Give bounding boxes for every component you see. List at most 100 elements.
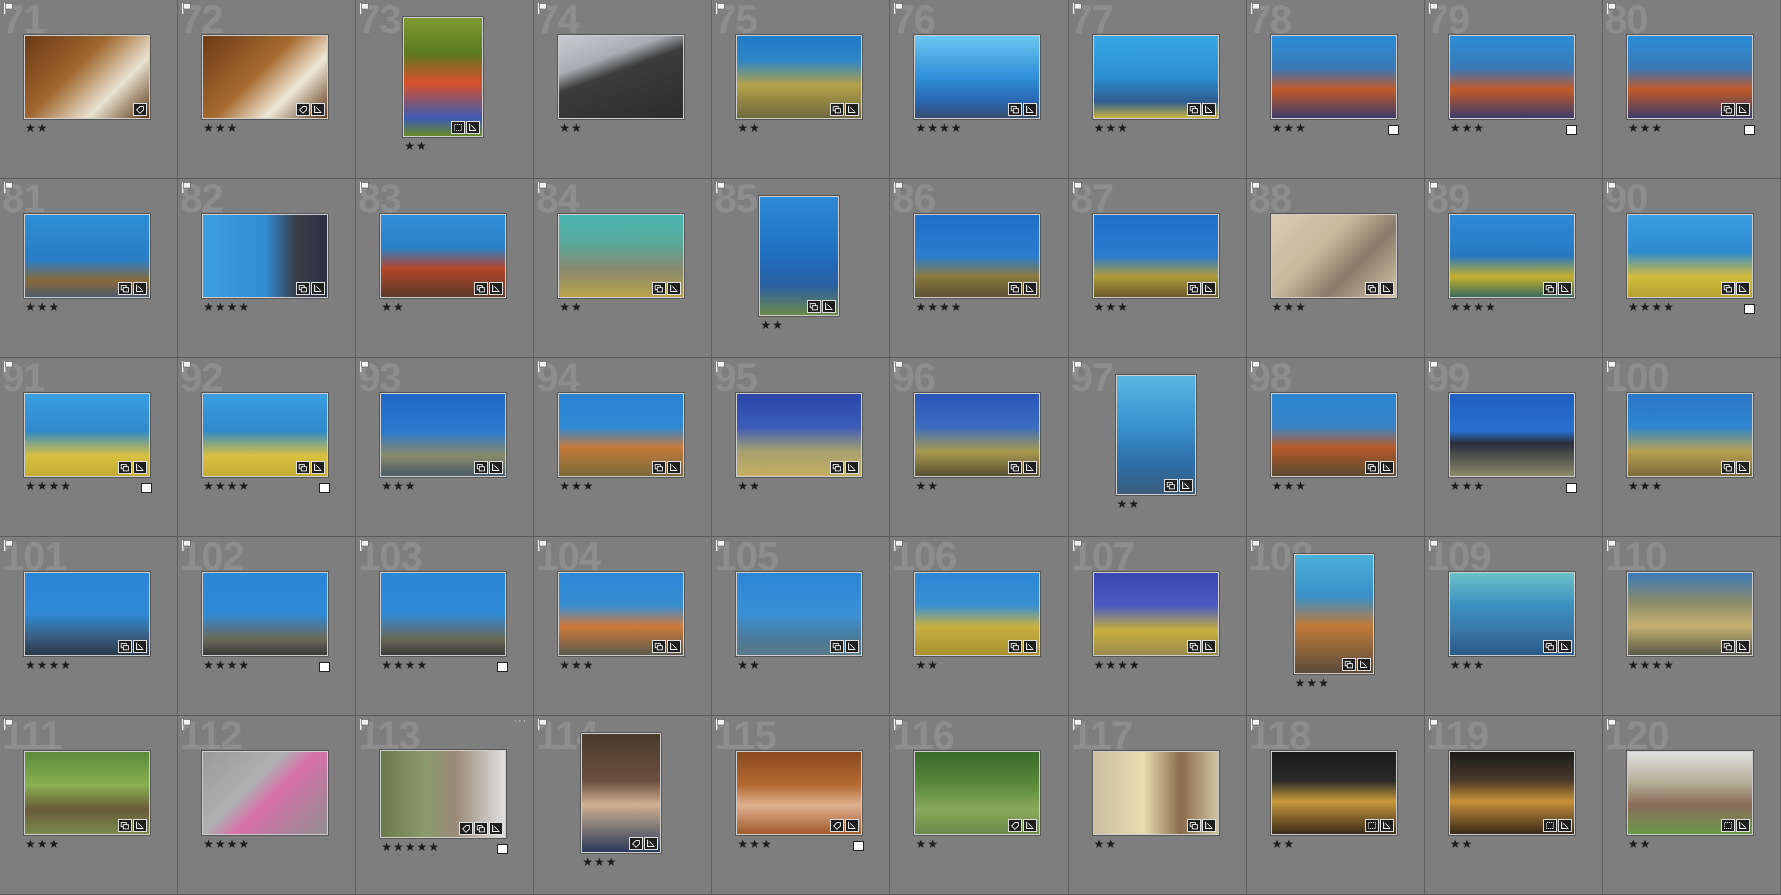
flag-icon[interactable]: [360, 361, 369, 372]
grid-cell[interactable]: 102 ★★★★: [178, 537, 357, 716]
photo-thumbnail[interactable]: [1092, 751, 1219, 835]
photo-thumbnail[interactable]: [1092, 214, 1219, 298]
flag-icon[interactable]: [1428, 3, 1438, 14]
grid-cell[interactable]: 111 ★★★: [0, 716, 179, 895]
flag-icon[interactable]: [360, 719, 369, 730]
photo-thumbnail[interactable]: [1626, 214, 1753, 298]
grid-cell[interactable]: 113 ··· ★★★★★: [356, 716, 535, 895]
photo-thumbnail[interactable]: [1270, 214, 1397, 298]
grid-cell[interactable]: 87 ★★★: [1068, 179, 1247, 358]
flag-icon[interactable]: [894, 719, 904, 730]
photo-thumbnail[interactable]: [914, 572, 1041, 656]
star-rating[interactable]: ★★★★: [1628, 658, 1675, 672]
star-rating[interactable]: ★★★: [559, 479, 594, 493]
photo-thumbnail[interactable]: [581, 733, 662, 853]
grid-cell[interactable]: 89 ★★★★: [1424, 179, 1603, 358]
photo-thumbnail[interactable]: [202, 393, 329, 477]
flag-icon[interactable]: [1072, 540, 1082, 551]
photo-thumbnail[interactable]: [736, 751, 863, 835]
star-rating[interactable]: ★★: [1628, 837, 1652, 851]
photo-thumbnail[interactable]: [1448, 393, 1575, 477]
star-rating[interactable]: ★★: [915, 658, 939, 672]
star-rating[interactable]: ★★: [737, 658, 761, 672]
checkbox-icon[interactable]: [1743, 304, 1755, 314]
grid-cell[interactable]: 106 ★★: [890, 537, 1069, 716]
photo-thumbnail[interactable]: [202, 35, 329, 119]
star-rating[interactable]: ★★★: [559, 658, 594, 672]
grid-cell[interactable]: 78 ★★★: [1246, 0, 1425, 179]
grid-cell[interactable]: 90 ★★★★: [1602, 179, 1781, 358]
flag-icon[interactable]: [538, 361, 548, 372]
star-rating[interactable]: ★★★: [582, 855, 617, 869]
photo-thumbnail[interactable]: [380, 572, 507, 656]
flag-icon[interactable]: [1606, 182, 1616, 193]
star-rating[interactable]: ★★★: [25, 837, 60, 851]
grid-cell[interactable]: 86 ★★★★: [890, 179, 1069, 358]
grid-cell[interactable]: 99 ★★★: [1424, 358, 1603, 537]
grid-cell[interactable]: 97 ★★: [1068, 358, 1247, 537]
flag-icon[interactable]: [360, 182, 369, 193]
flag-icon[interactable]: [1072, 182, 1082, 193]
grid-cell[interactable]: 77 ★★★: [1068, 0, 1247, 179]
grid-cell[interactable]: 72 ★★★: [178, 0, 357, 179]
checkbox-icon[interactable]: [497, 662, 509, 672]
flag-icon[interactable]: [4, 361, 13, 372]
photo-thumbnail[interactable]: [24, 572, 150, 656]
star-rating[interactable]: ★★★: [1628, 121, 1663, 135]
grid-cell[interactable]: 115 ★★★: [712, 716, 891, 895]
grid-cell[interactable]: 108 ★★★: [1246, 537, 1425, 716]
star-rating[interactable]: ★★: [915, 479, 939, 493]
star-rating[interactable]: ★★★★: [915, 300, 962, 314]
flag-icon[interactable]: [716, 182, 726, 193]
flag-icon[interactable]: [182, 3, 191, 14]
star-rating[interactable]: ★★★★: [915, 121, 962, 135]
grid-cell[interactable]: 85 ★★: [712, 179, 891, 358]
grid-cell[interactable]: 120 ★★: [1602, 716, 1781, 895]
flag-icon[interactable]: [538, 540, 548, 551]
flag-icon[interactable]: [1072, 3, 1082, 14]
flag-icon[interactable]: [1250, 719, 1260, 730]
photo-thumbnail[interactable]: [1626, 393, 1753, 477]
grid-cell[interactable]: 119 ★★: [1424, 716, 1603, 895]
grid-cell[interactable]: 116 ★★: [890, 716, 1069, 895]
flag-icon[interactable]: [182, 361, 191, 372]
photo-thumbnail[interactable]: [1448, 572, 1575, 656]
star-rating[interactable]: ★★: [760, 318, 784, 332]
grid-cell[interactable]: 88 ★★★: [1246, 179, 1425, 358]
grid-cell[interactable]: 73 ★★: [356, 0, 535, 179]
photo-thumbnail[interactable]: [380, 750, 507, 838]
star-rating[interactable]: ★★: [1094, 837, 1118, 851]
photo-thumbnail[interactable]: [736, 572, 863, 656]
flag-icon[interactable]: [1606, 540, 1616, 551]
photo-thumbnail[interactable]: [1448, 751, 1575, 835]
flag-icon[interactable]: [1250, 3, 1260, 14]
grid-cell[interactable]: 93 ★★★: [356, 358, 535, 537]
photo-thumbnail[interactable]: [1626, 572, 1753, 656]
photo-thumbnail[interactable]: [24, 393, 150, 477]
photo-thumbnail[interactable]: [403, 17, 484, 137]
star-rating[interactable]: ★★: [404, 139, 428, 153]
grid-cell[interactable]: 71 ★★: [0, 0, 179, 179]
flag-icon[interactable]: [538, 182, 548, 193]
star-rating[interactable]: ★★★: [25, 300, 60, 314]
star-rating[interactable]: ★★★: [1094, 121, 1129, 135]
flag-icon[interactable]: [538, 719, 548, 730]
star-rating[interactable]: ★★★★: [203, 479, 250, 493]
grid-cell[interactable]: 74 ★★: [534, 0, 713, 179]
photo-thumbnail[interactable]: [1448, 214, 1575, 298]
checkbox-icon[interactable]: [319, 483, 331, 493]
star-rating[interactable]: ★★: [1117, 497, 1141, 511]
flag-icon[interactable]: [716, 540, 726, 551]
photo-thumbnail[interactable]: [1626, 751, 1753, 835]
grid-cell[interactable]: 105 ★★: [712, 537, 891, 716]
grid-cell[interactable]: 114 ★★★: [534, 716, 713, 895]
checkbox-icon[interactable]: [1565, 483, 1577, 493]
photo-thumbnail[interactable]: [1626, 35, 1753, 119]
flag-icon[interactable]: [716, 3, 726, 14]
photo-thumbnail[interactable]: [380, 214, 507, 298]
flag-icon[interactable]: [1606, 3, 1616, 14]
grid-cell[interactable]: 84 ★★: [534, 179, 713, 358]
photo-thumbnail[interactable]: [1115, 375, 1196, 495]
star-rating[interactable]: ★★★: [1450, 121, 1485, 135]
grid-cell[interactable]: 75 ★★: [712, 0, 891, 179]
